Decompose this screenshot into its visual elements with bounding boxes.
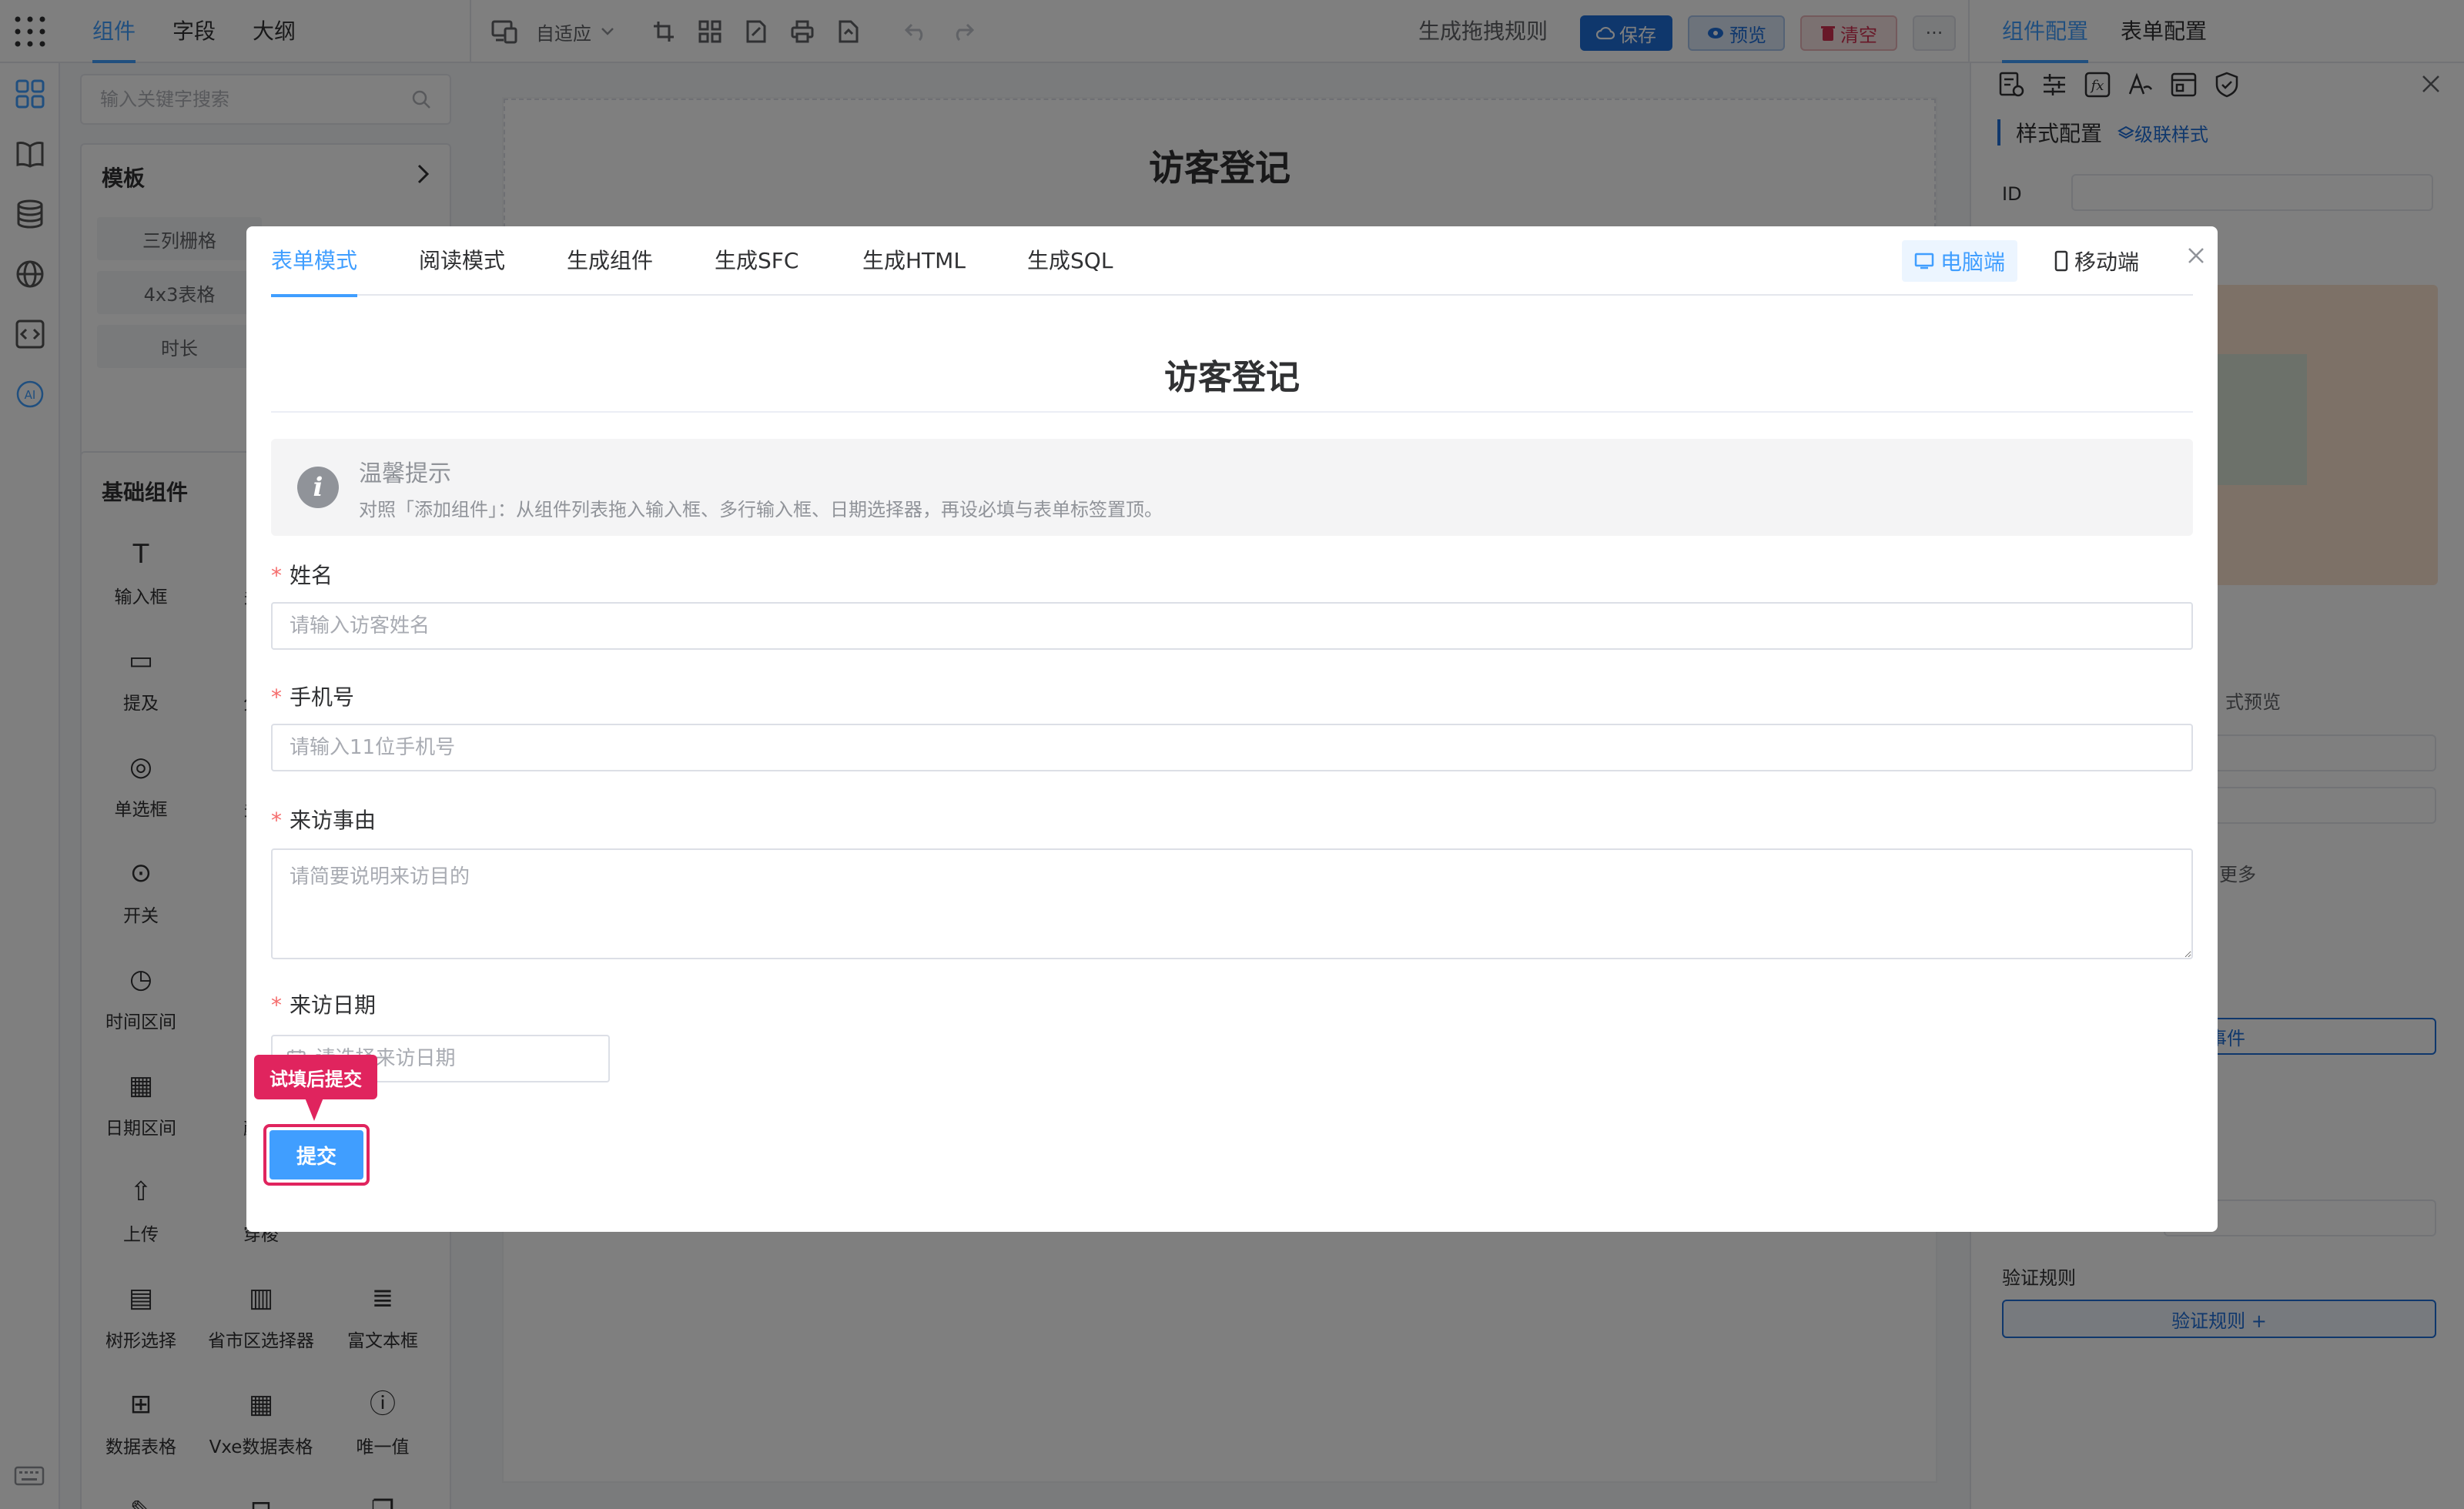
info-icon: i — [297, 467, 339, 508]
phone-input[interactable] — [271, 724, 2193, 771]
date-label-text: 来访日期 — [290, 992, 377, 1018]
tab-generate-component[interactable]: 生成组件 — [567, 226, 653, 296]
phone-label: * 手机号 — [271, 681, 354, 711]
form-title: 访客登记 — [1164, 358, 1300, 397]
monitor-icon — [1914, 253, 1934, 269]
submit-button[interactable]: 提交 — [270, 1130, 363, 1179]
tab-form-mode[interactable]: 表单模式 — [271, 226, 358, 297]
callout-pointer — [305, 1098, 323, 1121]
reason-label-text: 来访事由 — [290, 808, 377, 833]
required-mark: * — [271, 808, 282, 833]
reason-textarea[interactable] — [271, 848, 2193, 959]
tab-generate-html[interactable]: 生成HTML — [862, 226, 966, 296]
tab-read-mode[interactable]: 阅读模式 — [419, 226, 505, 296]
tab-generate-sfc[interactable]: 生成SFC — [715, 226, 798, 296]
preview-dialog: 表单模式 阅读模式 生成组件 生成SFC 生成HTML 生成SQL 电脑端 移动… — [246, 226, 2218, 1232]
required-mark: * — [271, 563, 282, 588]
name-label: * 姓名 — [271, 559, 333, 590]
device-mobile-label: 移动端 — [2074, 249, 2140, 275]
hint-callout: 试填后提交 — [254, 1055, 377, 1099]
phone-label-text: 手机号 — [290, 684, 355, 710]
tip-alert: i 温馨提示 对照「添加组件」：从组件列表拖入输入框、多行输入框、日期选择器，再… — [271, 439, 2193, 536]
preview-mode-tabs: 表单模式 阅读模式 生成组件 生成SFC 生成HTML 生成SQL 电脑端 移动… — [271, 226, 2204, 297]
device-pc-label: 电脑端 — [1940, 249, 2006, 275]
name-input[interactable] — [271, 602, 2193, 650]
name-label-text: 姓名 — [290, 563, 333, 588]
required-mark: * — [271, 684, 282, 710]
title-divider — [271, 411, 2193, 413]
device-pc-button[interactable]: 电脑端 — [1902, 240, 2018, 282]
mobile-icon — [2054, 250, 2068, 272]
tip-description: 对照「添加组件」：从组件列表拖入输入框、多行输入框、日期选择器，再设必填与表单标… — [359, 499, 1163, 520]
date-label: * 来访日期 — [271, 989, 376, 1019]
device-mobile-button[interactable]: 移动端 — [2042, 240, 2151, 282]
required-mark: * — [271, 992, 282, 1018]
submit-highlight: 提交 — [263, 1124, 370, 1186]
reason-label: * 来访事由 — [271, 804, 376, 835]
tab-generate-sql[interactable]: 生成SQL — [1027, 226, 1113, 296]
close-icon[interactable] — [2187, 246, 2205, 265]
tip-title: 温馨提示 — [359, 460, 451, 487]
